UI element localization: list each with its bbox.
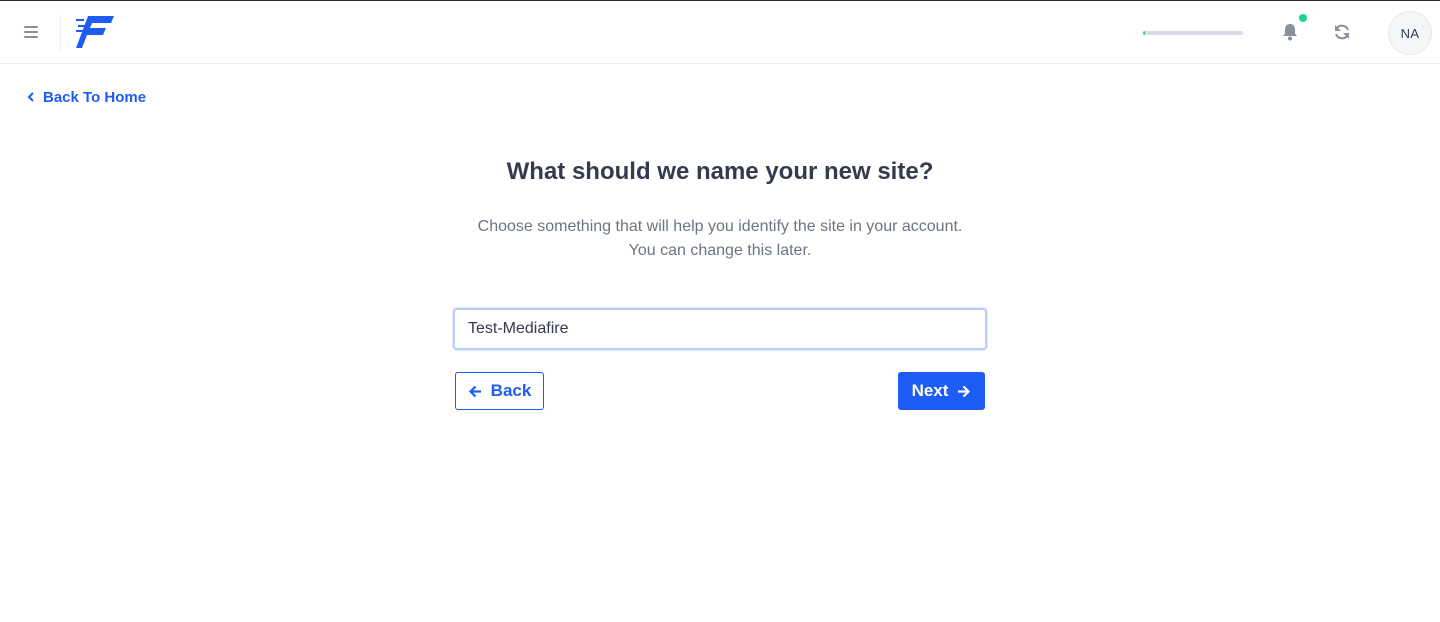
menu-icon[interactable] xyxy=(18,19,44,45)
brand-logo-icon[interactable] xyxy=(76,16,114,48)
next-button-label: Next xyxy=(911,381,949,400)
next-button[interactable]: Next xyxy=(898,372,985,410)
bell-icon[interactable] xyxy=(1280,22,1300,42)
site-name-input[interactable] xyxy=(453,308,987,350)
chevron-left-icon xyxy=(27,92,34,102)
subtitle-line-2: You can change this later. xyxy=(628,242,812,259)
subtitle-line-1: Choose something that will help you iden… xyxy=(477,218,963,235)
page-subtitle: Choose something that will help you iden… xyxy=(0,215,1440,263)
arrow-left-icon xyxy=(468,385,481,397)
page-title: What should we name your new site? xyxy=(506,158,934,185)
top-bar: NA xyxy=(0,0,1440,64)
usage-progress-bar xyxy=(1143,31,1243,35)
usage-progress-fill xyxy=(1143,31,1145,35)
back-button-label: Back xyxy=(490,381,532,400)
notification-dot xyxy=(1299,14,1307,22)
user-avatar[interactable]: NA xyxy=(1388,11,1432,55)
header-divider xyxy=(60,15,61,51)
back-to-home-link[interactable]: Back To Home xyxy=(27,87,146,107)
refresh-icon[interactable] xyxy=(1332,22,1352,42)
back-to-home-label: Back To Home xyxy=(43,88,147,106)
arrow-right-icon xyxy=(958,385,971,397)
back-button[interactable]: Back xyxy=(455,372,544,410)
